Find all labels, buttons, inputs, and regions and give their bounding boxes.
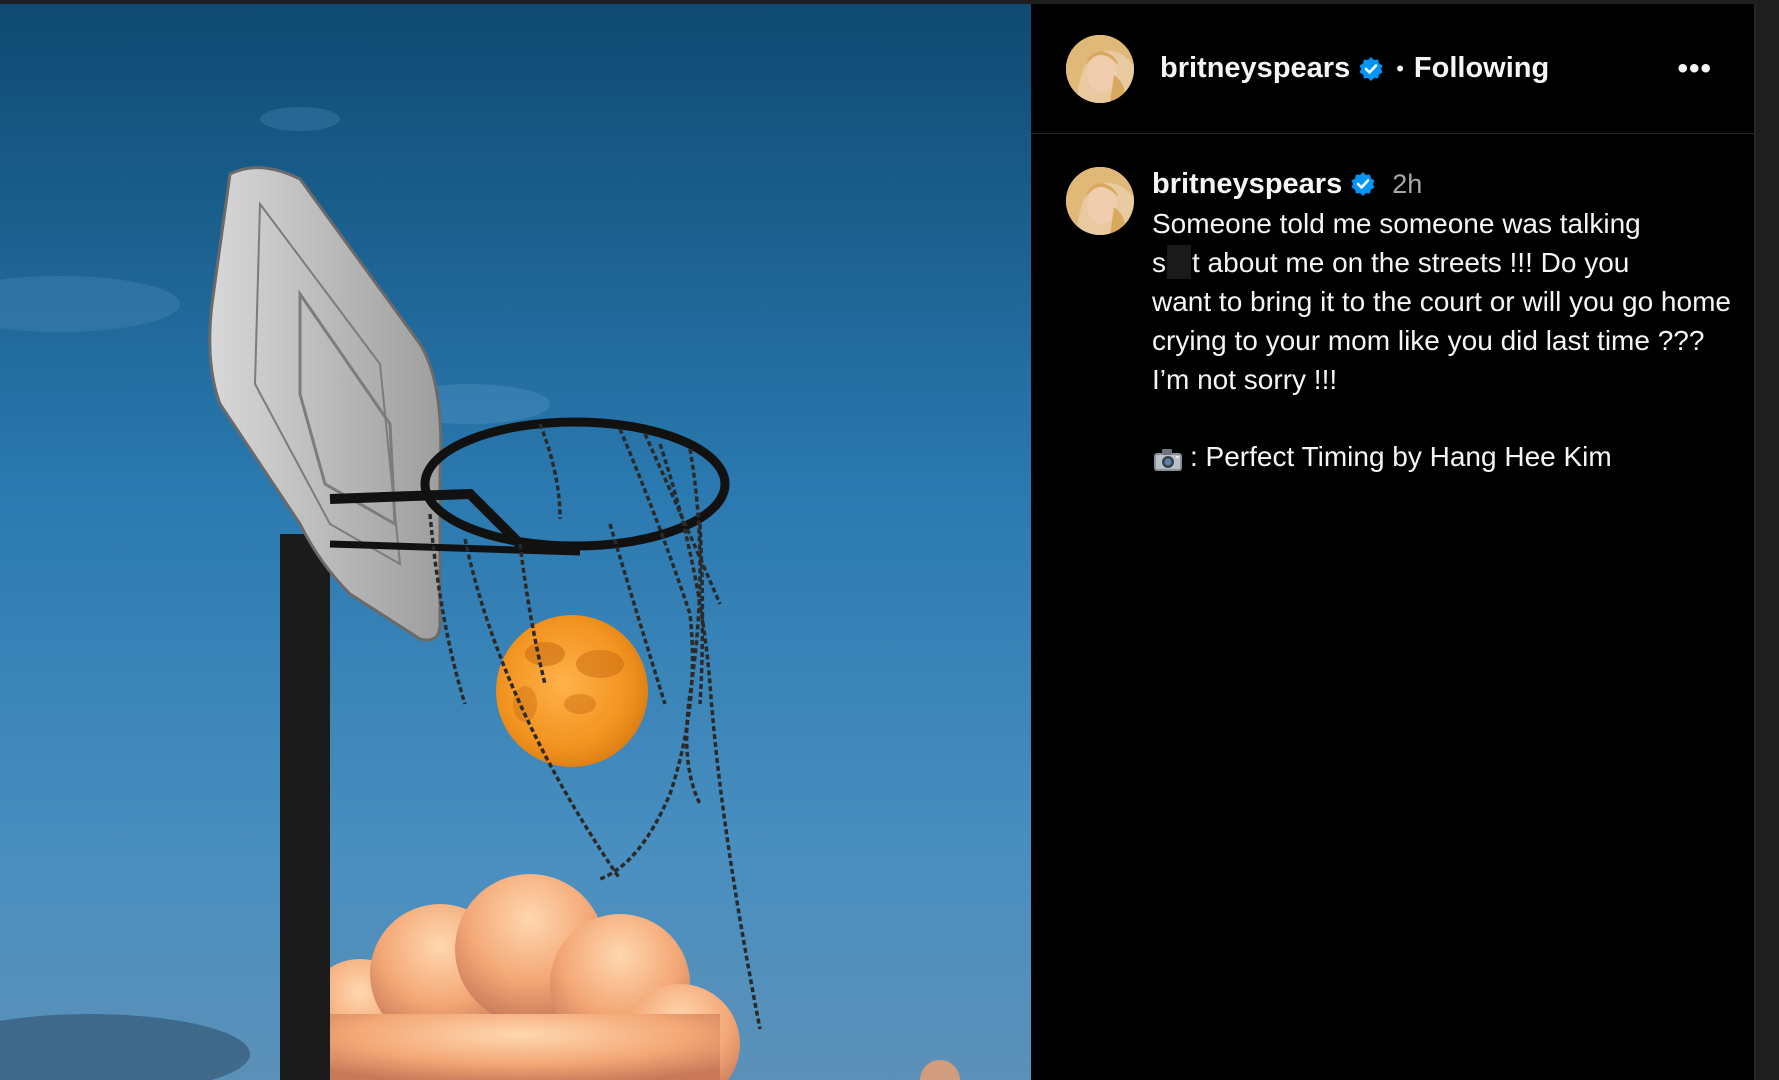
- caption-rest: want to bring it to the court or will yo…: [1152, 286, 1731, 395]
- basketball-moon-photo: [0, 4, 1031, 1080]
- post-header: britneyspears • Following •••: [1031, 4, 1754, 134]
- censor-block: [1167, 245, 1191, 279]
- separator-dot: •: [1396, 55, 1404, 81]
- post-sidebar: britneyspears • Following ••• britneyspe…: [1031, 4, 1756, 1080]
- caption-text: Someone told me someone was talking s t a…: [1152, 204, 1732, 399]
- caption-body: britneyspears 2h Someone told me someone…: [1152, 164, 1732, 476]
- camera-icon: [1152, 444, 1184, 471]
- photo-credit: : Perfect Timing by Hang Hee Kim: [1152, 437, 1732, 476]
- avatar[interactable]: [1066, 34, 1134, 103]
- following-button[interactable]: Following: [1414, 52, 1549, 85]
- caption-username[interactable]: britneyspears: [1152, 168, 1342, 201]
- caption-line-2-end: t about me on the streets !!! Do you: [1192, 247, 1630, 278]
- header-username[interactable]: britneyspears: [1160, 52, 1350, 85]
- caption-line-2-start: s: [1152, 247, 1166, 278]
- app-window: britneyspears • Following ••• britneyspe…: [0, 0, 1779, 1080]
- post-image[interactable]: [0, 4, 1031, 1080]
- caption: britneyspears 2h Someone told me someone…: [1066, 164, 1734, 476]
- verified-badge-icon: [1350, 171, 1376, 197]
- caption-header: britneyspears 2h: [1152, 164, 1732, 204]
- hoop-pole: [280, 534, 330, 1080]
- moon: [496, 615, 648, 767]
- caption-line-1: Someone told me someone was talking: [1152, 208, 1641, 239]
- caption-avatar[interactable]: [1066, 167, 1134, 235]
- post-timestamp[interactable]: 2h: [1392, 169, 1422, 200]
- more-options-icon[interactable]: •••: [1677, 52, 1712, 86]
- instagram-post: britneyspears • Following ••• britneyspe…: [0, 4, 1756, 1080]
- photo-credit-text: : Perfect Timing by Hang Hee Kim: [1190, 441, 1612, 472]
- verified-badge-icon: [1358, 56, 1384, 82]
